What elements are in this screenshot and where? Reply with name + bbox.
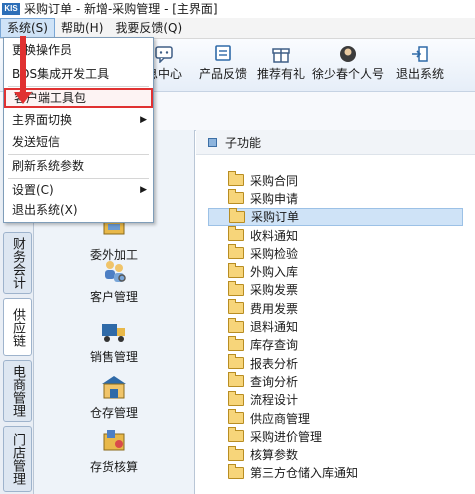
subfunction-header-label: 子功能: [225, 135, 262, 150]
subfunction-item[interactable]: 采购检验: [208, 244, 463, 262]
folder-icon: [228, 317, 244, 333]
subfunction-item-selected[interactable]: 采购订单: [208, 207, 463, 226]
module-customer-label: 客户管理: [89, 290, 138, 304]
exit-system-label: 退出系统: [395, 67, 444, 81]
menu-separator: [8, 154, 149, 155]
module-sales-label: 销售管理: [89, 350, 138, 364]
menu-settings[interactable]: 设置(C) ▶: [4, 180, 153, 200]
folder-icon: [228, 427, 244, 443]
folder-icon: [228, 262, 244, 278]
module-inventory-accounting[interactable]: 存货核算: [34, 428, 194, 475]
personal-account-label: 徐少春个人号: [311, 67, 384, 81]
menu-exit-system[interactable]: 退出系统(X): [4, 200, 153, 220]
subfunction-header: 子功能: [196, 130, 475, 155]
product-feedback-label: 产品反馈: [198, 67, 247, 81]
subfunction-item[interactable]: 库存查询: [208, 335, 463, 354]
folder-icon: [228, 445, 244, 461]
folder-icon: [229, 207, 245, 223]
menu-refresh-params[interactable]: 刷新系统参数: [4, 156, 153, 176]
subfunction-item[interactable]: 采购申请: [208, 189, 463, 207]
submenu-arrow-icon: ▶: [140, 185, 147, 195]
tab-supply-chain[interactable]: 供应链: [3, 298, 32, 356]
module-sales[interactable]: 销售管理: [34, 318, 194, 365]
app-logo: KIS: [2, 2, 20, 15]
personal-account-button[interactable]: 徐少春个人号: [310, 45, 386, 89]
avatar-icon: [340, 46, 356, 62]
subfunction-item[interactable]: 费用发票: [208, 299, 463, 317]
subfunction-item[interactable]: 供应商管理: [208, 409, 463, 427]
folder-icon: [228, 171, 244, 187]
module-warehouse[interactable]: 仓存管理: [34, 374, 194, 421]
menu-settings-label: 设置(C): [12, 183, 54, 197]
folder-icon: [228, 390, 244, 406]
warehouse-icon: [102, 376, 126, 399]
tab-ecommerce[interactable]: 电商管理: [3, 360, 32, 422]
folder-icon: [228, 335, 244, 351]
folder-icon: [228, 299, 244, 315]
feedback-icon: [215, 45, 231, 61]
system-menu-dropdown: 更换操作员 BOS集成开发工具 客户端工具包 主界面切换 ▶ 发送短信 刷新系统…: [3, 37, 154, 223]
folder-icon: [228, 189, 244, 205]
module-warehouse-label: 仓存管理: [89, 406, 138, 420]
subfunction-item[interactable]: 采购进价管理: [208, 427, 463, 445]
header-bullet-icon: [208, 137, 217, 147]
message-icon: [155, 46, 173, 63]
menu-help[interactable]: 帮助(H): [55, 19, 109, 37]
menu-separator: [8, 178, 149, 179]
menu-bar: 系统(S) 帮助(H) 我要反馈(Q): [0, 18, 475, 39]
subfunction-item[interactable]: 采购合同: [208, 171, 463, 189]
menu-client-toolkit[interactable]: 客户端工具包: [4, 88, 153, 108]
gift-icon: [272, 48, 290, 63]
subfunction-panel: 子功能 采购合同 采购申请 采购订单 收料通知 采购检验 外购入库 采购发票 费…: [196, 130, 475, 494]
module-outsourcing[interactable]: 委外加工: [34, 216, 194, 263]
product-feedback-button[interactable]: 产品反馈: [196, 45, 250, 89]
menu-system[interactable]: 系统(S): [0, 18, 55, 38]
folder-icon: [228, 226, 244, 242]
tab-store[interactable]: 门店管理: [3, 426, 32, 492]
customer-icon: [105, 261, 126, 282]
menu-switch-main-ui[interactable]: 主界面切换 ▶: [4, 110, 153, 130]
referral-gift-button[interactable]: 推荐有礼: [254, 45, 308, 89]
truck-icon: [102, 324, 125, 342]
exit-system-button[interactable]: 退出系统: [390, 45, 450, 89]
tab-finance[interactable]: 财务会计: [3, 232, 32, 294]
module-customer[interactable]: 客户管理: [34, 258, 194, 305]
menu-separator: [8, 86, 149, 87]
menu-change-operator[interactable]: 更换操作员: [4, 40, 153, 60]
subfunction-item[interactable]: 查询分析: [208, 372, 463, 390]
subfunction-item[interactable]: 核算参数: [208, 445, 463, 463]
subfunction-item[interactable]: 收料通知: [208, 226, 463, 244]
folder-icon: [228, 354, 244, 370]
referral-gift-label: 推荐有礼: [256, 67, 305, 81]
subfunction-item[interactable]: 采购发票: [208, 280, 463, 299]
folder-icon: [228, 372, 244, 388]
subfunction-item[interactable]: 外购入库: [208, 262, 463, 280]
title-bar: KIS 采购订单 - 新增-采购管理 - [主界面]: [0, 0, 475, 17]
subfunction-item[interactable]: 第三方仓储入库通知: [208, 463, 463, 482]
subfunction-item[interactable]: 退料通知: [208, 317, 463, 335]
inventory-icon: [103, 430, 125, 451]
folder-icon: [228, 280, 244, 296]
menu-feedback[interactable]: 我要反馈(Q): [109, 19, 188, 37]
folder-icon: [228, 244, 244, 260]
subfunction-list: 采购合同 采购申请 采购订单 收料通知 采购检验 外购入库 采购发票 费用发票 …: [208, 171, 463, 482]
exit-icon: [412, 46, 428, 62]
subfunction-item[interactable]: 流程设计: [208, 390, 463, 409]
menu-bos-dev-tool[interactable]: BOS集成开发工具: [4, 64, 153, 84]
window-title: 采购订单 - 新增-采购管理 - [主界面]: [24, 2, 218, 16]
menu-send-sms[interactable]: 发送短信: [4, 132, 153, 152]
folder-icon: [228, 463, 244, 479]
subfunction-item[interactable]: 报表分析: [208, 354, 463, 372]
menu-switch-main-ui-label: 主界面切换: [12, 113, 73, 127]
folder-icon: [228, 409, 244, 424]
submenu-arrow-icon: ▶: [140, 115, 147, 125]
module-inventory-accounting-label: 存货核算: [89, 460, 138, 474]
